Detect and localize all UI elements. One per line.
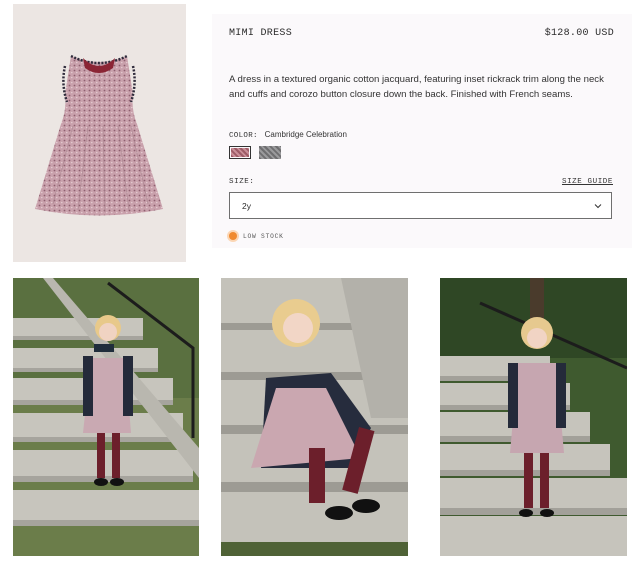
- size-select[interactable]: 2y: [229, 192, 612, 219]
- color-label: COLOR:: [229, 132, 258, 140]
- product-info-panel: MIMI DRESS $128.00 USD A dress in a text…: [212, 14, 632, 248]
- dress-flatlay-image: [13, 4, 186, 262]
- lifestyle-photo-1[interactable]: [13, 278, 199, 556]
- product-title: MIMI DRESS: [229, 28, 293, 39]
- lifestyle-photo-3[interactable]: [440, 278, 627, 556]
- color-selector-label: COLOR: Cambridge Celebration: [229, 130, 347, 140]
- product-main-image[interactable]: [13, 4, 186, 262]
- color-swatch-grey-pattern[interactable]: [259, 146, 281, 159]
- product-description: A dress in a textured organic cotton jac…: [229, 74, 604, 100]
- product-price: $128.00 USD: [544, 28, 614, 39]
- chevron-down-icon: [594, 204, 602, 209]
- lifestyle-photo-2[interactable]: [221, 278, 408, 556]
- stock-status: LOW STOCK: [229, 232, 284, 240]
- stock-label: LOW STOCK: [243, 232, 284, 240]
- status-dot-icon: [229, 232, 237, 240]
- girl-sitting-on-steps-image: [221, 278, 408, 556]
- color-selected-value: Cambridge Celebration: [264, 130, 347, 139]
- size-select-value: 2y: [242, 201, 251, 211]
- color-swatch-cambridge-celebration[interactable]: [229, 146, 251, 159]
- girl-on-steps-image: [13, 278, 199, 556]
- size-label: SIZE:: [229, 178, 255, 186]
- size-guide-link[interactable]: SIZE GUIDE: [562, 178, 613, 186]
- girl-standing-steps-image: [440, 278, 627, 556]
